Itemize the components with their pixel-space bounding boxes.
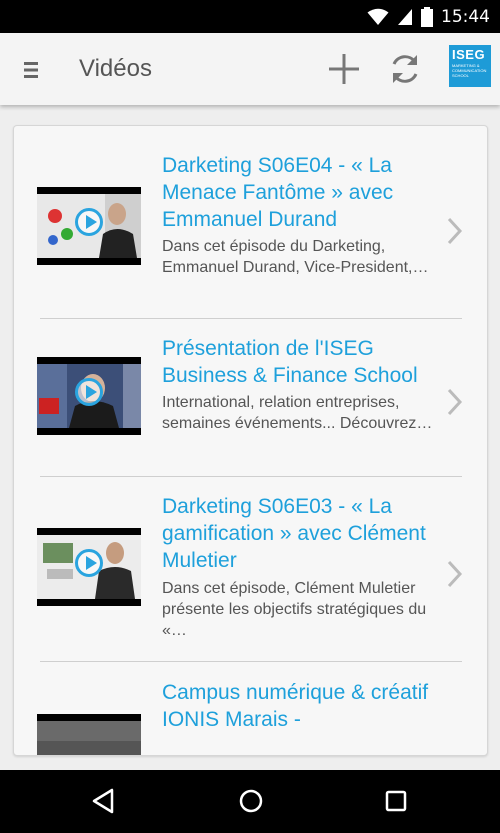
thumbnail-image — [37, 721, 141, 755]
video-thumbnail — [37, 714, 141, 755]
back-button[interactable] — [89, 786, 119, 816]
iseg-logo: ISEG MARKETING & COMMUNICATION SCHOOL — [449, 45, 491, 87]
video-description: Dans cet épisode du Darketing, Emmanuel … — [162, 238, 429, 276]
battery-icon — [421, 6, 433, 27]
app-bar: Vidéos ISEG MARKETING & COMMUNICATION SC… — [0, 33, 500, 105]
refresh-button[interactable] — [387, 51, 423, 87]
play-icon — [75, 549, 103, 577]
signal-icon — [398, 8, 412, 25]
logo-main-text: ISEG — [452, 47, 486, 62]
video-title: Campus numérique & créatif IONIS Marais … — [162, 681, 429, 731]
video-list-item[interactable]: Darketing S06E04 - « La Menace Fantôme »… — [14, 126, 487, 296]
navigation-bar — [0, 770, 500, 833]
video-list-item[interactable]: Présentation de l'ISEG Business & Financ… — [14, 319, 487, 489]
wifi-icon — [367, 8, 389, 25]
recents-button[interactable] — [381, 786, 411, 816]
video-thumbnail — [37, 357, 141, 435]
menu-icon — [24, 62, 38, 78]
logo-sub-text: MARKETING & COMMUNICATION SCHOOL — [452, 63, 487, 78]
play-icon — [75, 378, 103, 406]
video-thumbnail — [37, 187, 141, 265]
chevron-right-icon — [447, 560, 463, 588]
status-icons: 15:44 — [367, 0, 490, 33]
recents-icon — [385, 790, 407, 812]
video-description: International, relation entreprises, sem… — [162, 394, 433, 432]
video-thumbnail — [37, 528, 141, 606]
video-title: Présentation de l'ISEG Business & Financ… — [162, 337, 418, 387]
play-icon — [75, 208, 103, 236]
video-list-item[interactable]: Campus numérique & créatif IONIS Marais … — [14, 662, 487, 755]
menu-button[interactable] — [18, 55, 44, 85]
add-icon — [329, 54, 359, 84]
status-time: 15:44 — [441, 6, 490, 27]
chevron-right-icon — [447, 388, 463, 416]
refresh-icon — [392, 55, 418, 83]
back-icon — [92, 788, 114, 814]
video-list[interactable]: Darketing S06E04 - « La Menace Fantôme »… — [13, 125, 488, 756]
home-button[interactable] — [236, 786, 266, 816]
status-bar: 15:44 — [0, 0, 500, 33]
home-icon — [239, 789, 263, 813]
page-title: Vidéos — [79, 55, 152, 82]
video-title: Darketing S06E03 - « La gamification » a… — [162, 495, 426, 572]
video-list-item[interactable]: Darketing S06E03 - « La gamification » a… — [14, 477, 487, 647]
add-button[interactable] — [326, 51, 362, 87]
chevron-right-icon — [447, 217, 463, 245]
video-title: Darketing S06E04 - « La Menace Fantôme »… — [162, 154, 394, 231]
video-description: Dans cet épisode, Clément Muletier prése… — [162, 580, 427, 639]
